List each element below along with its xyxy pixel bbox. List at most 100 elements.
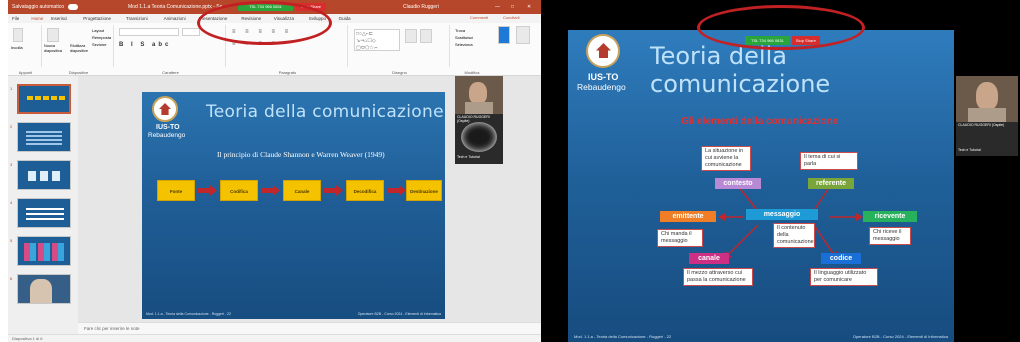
ribbon-tab[interactable]: Guida	[339, 14, 351, 23]
layout-button[interactable]: Layout	[92, 28, 104, 33]
designer-icon[interactable]	[516, 26, 530, 44]
paste-label: Incolla	[11, 45, 23, 50]
font-format-buttons[interactable]: B I S abc	[119, 42, 171, 48]
note-codice: Il linguaggio utilizzato per comunicare	[810, 268, 878, 286]
diagram-arrows	[718, 180, 863, 260]
notes-pane[interactable]: Fare clic per inserire le note	[78, 322, 541, 334]
comments-button[interactable]: Commenti	[470, 15, 488, 20]
find-button[interactable]: Trova	[455, 28, 465, 33]
webcam-icon	[455, 76, 503, 114]
webcam-panel: CLAUDIO RUGGERI (Ospite) Tech e Tutorial	[956, 76, 1018, 156]
ribbon-tab[interactable]: Animazioni	[164, 14, 186, 23]
share-button[interactable]: Condividi	[503, 15, 519, 20]
autosave-label[interactable]: Salvataggio automatico	[12, 0, 64, 14]
node-contesto: contesto	[715, 178, 761, 189]
node-referente: referente	[808, 178, 854, 189]
slide-thumbnail[interactable]	[17, 122, 71, 152]
thumbnail-number: 6	[10, 276, 13, 281]
node-emittente: emittente	[660, 211, 716, 222]
minimize-icon[interactable]: —	[495, 0, 500, 14]
note-ricevente: Chi riceve il messaggio	[869, 227, 911, 245]
arrow-right-icon	[387, 185, 406, 196]
reset-button[interactable]: Reimposta	[92, 35, 111, 40]
new-slide-label: Nuova diapositiva	[44, 44, 62, 53]
ribbon-tab[interactable]: Progettazione	[83, 14, 111, 23]
slide-thumbnail[interactable]	[17, 84, 71, 114]
node-ricevente: ricevente	[863, 211, 917, 222]
brand-subname: Rebaudengo	[148, 132, 186, 139]
node-messaggio: messaggio	[746, 209, 818, 220]
arrow-right-icon	[198, 185, 217, 196]
slides-group: Nuova diapositiva Riutilizza diapositive…	[44, 25, 114, 75]
note-emittente: Chi manda il messaggio	[657, 229, 703, 247]
slide-footer-right: Operatore B2B - Corso 2024 - Elementi di…	[357, 312, 441, 316]
highlight-ellipse	[697, 5, 865, 50]
thumbnail-number: 2	[10, 124, 13, 129]
slide-thumbnails: 1 2 3 4 5 6	[8, 76, 78, 334]
slide-subtitle: Il principio di Claude Shannon e Warren …	[217, 150, 385, 159]
thumbnail-number: 3	[10, 162, 13, 167]
node-codice: codice	[821, 253, 861, 264]
editing-slide[interactable]: IUS-TO Rebaudengo Teoria della comunicaz…	[142, 92, 445, 319]
replace-button[interactable]: Sostituisci	[455, 35, 473, 40]
status-bar: Diapositiva 1 di 6	[8, 334, 541, 342]
drawing-group: □○△⌐⊏ ↘⇒⌂☐◇ ▢⬭⬠☆⌒ Disegno	[350, 25, 450, 75]
note-contesto: La situazione in cui avviene la comunica…	[701, 146, 751, 171]
flow-box-channel: Canale	[283, 180, 321, 201]
slide-thumbnail[interactable]	[17, 274, 71, 304]
group-label: Carattere	[162, 70, 179, 75]
arrow-right-icon	[324, 185, 343, 196]
ribbon-tab[interactable]: Transizioni	[126, 14, 148, 23]
font-name-select[interactable]	[119, 28, 179, 36]
group-label: Appunti	[18, 70, 33, 75]
select-button[interactable]: Seleziona	[455, 42, 473, 47]
webcam-light	[461, 122, 497, 152]
clipboard-group: Incolla Appunti	[10, 25, 42, 75]
webcam-panel: CLAUDIO RUGGERI (Ospite) Tech e Tutorial	[455, 76, 503, 164]
editing-group: Trova Sostituisci Seleziona Modifica	[452, 25, 492, 75]
shapes-gallery[interactable]: □○△⌐⊏ ↘⇒⌂☐◇ ▢⬭⬠☆⌒	[354, 29, 400, 51]
maximize-icon[interactable]: □	[511, 0, 514, 14]
quick-styles-icon[interactable]	[420, 29, 432, 43]
note-referente: Il tema di cui si parla	[800, 152, 858, 170]
note-canale: Il mezzo attraverso cui passa la comunic…	[683, 268, 753, 286]
group-label: Disegno	[392, 70, 407, 75]
font-size-select[interactable]	[182, 28, 200, 36]
brand-name: IUS-TO	[156, 124, 180, 131]
user-name[interactable]: Claudio Ruggeri	[403, 0, 439, 14]
webcam-caption-2: Tech e Tutorial	[958, 148, 981, 152]
presentation-slide[interactable]: IUS-TO Rebaudengo Teoria della comunicaz…	[568, 30, 954, 342]
slide-footer-left: Mod. 1.1.a - Teoria della Comunicazione …	[146, 312, 231, 316]
thumbnail-number: 4	[10, 200, 13, 205]
webcam-icon	[956, 76, 1018, 122]
flow-box-encoding: Codifica	[220, 180, 258, 201]
paste-icon[interactable]	[13, 28, 23, 42]
node-canale: canale	[689, 253, 729, 264]
group-label: Diapositive	[68, 70, 89, 75]
new-slide-icon[interactable]	[47, 28, 59, 42]
slide-thumbnail[interactable]	[17, 198, 71, 228]
ribbon-tab[interactable]: Inserisci	[51, 14, 68, 23]
webcam-caption: CLAUDIO RUGGERI (Ospite)	[958, 123, 1005, 127]
thumbnail-number: 5	[10, 238, 13, 243]
slide-title: Teoria della comunicazione	[206, 102, 444, 122]
ribbon-tab[interactable]: File	[12, 14, 19, 23]
arrange-icon[interactable]	[405, 29, 417, 43]
group-label: Paragrafo	[278, 70, 297, 75]
slide-thumbnail[interactable]	[17, 236, 71, 266]
slide-thumbnail[interactable]	[17, 160, 71, 190]
webcam-caption-2: Tech e Tutorial	[457, 155, 480, 159]
flow-box-source: Fonte	[157, 180, 195, 201]
logo-icon	[152, 96, 178, 122]
close-icon[interactable]: ✕	[527, 0, 531, 14]
section-button[interactable]: Sezione	[92, 42, 106, 47]
flow-box-destination: Destinazione	[406, 180, 442, 201]
note-messaggio: Il contenuto della comunicazione	[773, 223, 815, 248]
dictate-icon[interactable]	[498, 26, 510, 44]
autosave-toggle[interactable]	[68, 4, 78, 10]
highlight-ellipse	[197, 1, 332, 45]
reuse-slides-label[interactable]: Riutilizza diapositive	[70, 44, 92, 53]
slide-footer-left: Mod. 1.1.a - Teoria della Comunicazione …	[574, 334, 672, 339]
thumbnail-number: 1	[10, 86, 13, 91]
group-label: Modifica	[464, 70, 480, 75]
